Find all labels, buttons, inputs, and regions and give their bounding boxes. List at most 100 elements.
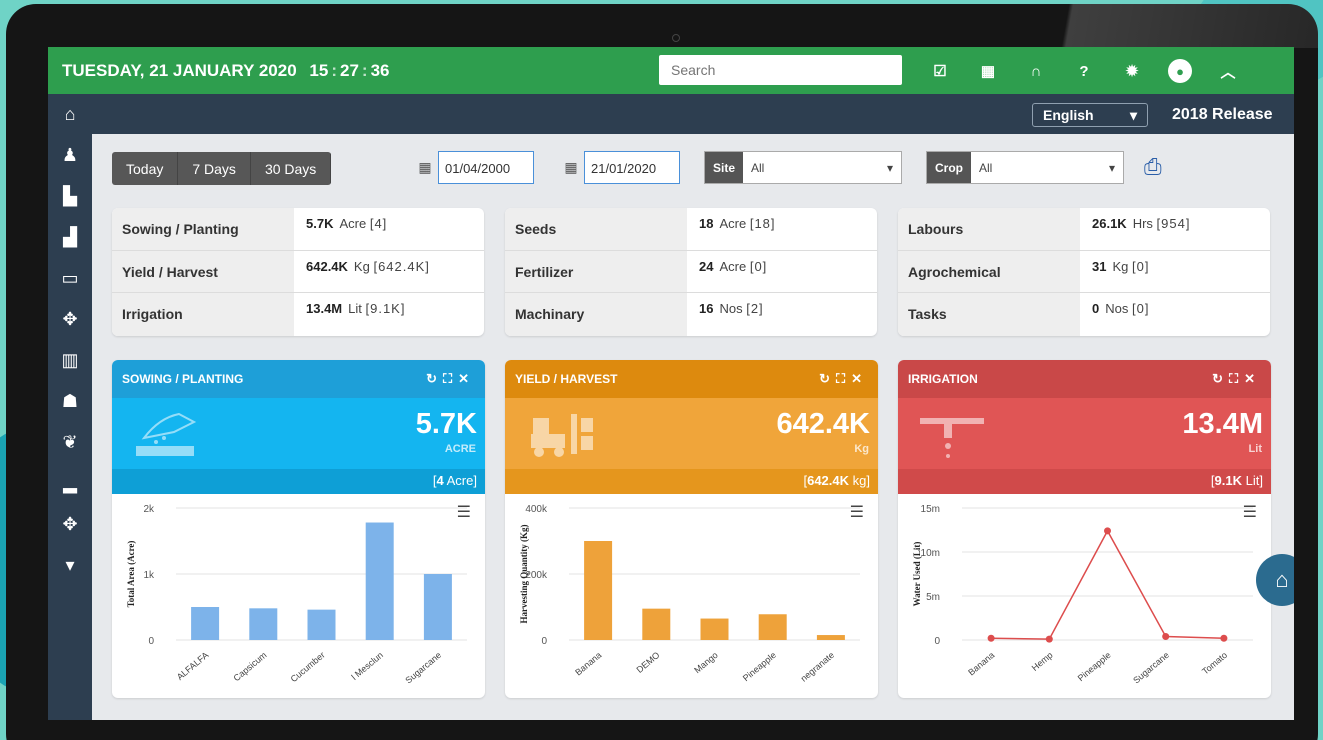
- crop-select[interactable]: Crop All ▾: [926, 151, 1124, 184]
- panel-footer-unit: Acre: [446, 473, 474, 488]
- range-buttons: Today 7 Days 30 Days: [112, 152, 332, 185]
- chart-bar: [758, 614, 787, 640]
- range-today-button[interactable]: Today: [112, 152, 179, 185]
- grid-icon[interactable]: ▦: [964, 56, 1012, 86]
- x-tick-label: ALFALFA: [175, 650, 211, 682]
- stat-value: 31 Kg [0]: [1092, 258, 1150, 274]
- panel-big-value: 642.4K: [776, 408, 870, 440]
- search-input[interactable]: [659, 55, 902, 85]
- forklift-icon: [531, 414, 593, 457]
- people-icon[interactable]: ☗: [48, 381, 92, 422]
- checkbox-icon[interactable]: ☑: [916, 56, 964, 86]
- chart-bar: [249, 608, 278, 640]
- panel-footer: [642.4K kg]: [505, 469, 878, 494]
- language-value: English: [1043, 107, 1094, 123]
- sidebar: ⌂ ♟ ▙ ▟ ▭ ✥ ▥ ☗ ❦ ▂ ✥ ▾: [48, 94, 92, 720]
- stat-row: Yield / Harvest 642.4K Kg [642.4K]: [112, 250, 484, 294]
- crop-value: All ▾: [979, 160, 1115, 175]
- headset-icon[interactable]: ∩: [1012, 56, 1060, 86]
- chevron-up-icon[interactable]: ︿: [1204, 56, 1252, 86]
- factory-icon[interactable]: ▂: [48, 463, 92, 504]
- y-tick-label: 1k: [143, 570, 155, 581]
- expand-icon[interactable]: ⛶: [1229, 371, 1244, 386]
- site-label: Site: [705, 152, 744, 183]
- user-icon: ●: [1168, 59, 1192, 83]
- panel-footer-unit: kg: [852, 473, 867, 488]
- chart-bar: [584, 541, 613, 640]
- x-tick-label: Tomato: [1200, 650, 1229, 677]
- leaf-icon[interactable]: ❦: [48, 422, 92, 463]
- panel-unit: ACRE: [444, 443, 476, 455]
- user-icon[interactable]: ♟: [48, 135, 92, 176]
- range-30-days-button[interactable]: 30 Days: [250, 152, 332, 185]
- x-tick-label: Sugarcane: [1131, 650, 1171, 686]
- panel-title: IRRIGATION: [908, 372, 978, 386]
- expand-icon[interactable]: ⛶: [443, 371, 458, 386]
- stat-label: Sowing / Planting: [112, 208, 294, 250]
- panel-irrigation: IRRIGATION ↻⛶✕ 13.4M Lit [9.1K Lit] ☰ 0 5…: [898, 360, 1271, 698]
- close-icon[interactable]: ✕: [851, 371, 868, 386]
- chart-bar: [700, 618, 729, 640]
- date-time: TUESDAY, 21 JANUARY 2020 15:27:36: [62, 60, 390, 80]
- panel-unit: Lit: [1248, 443, 1262, 455]
- crop-icon[interactable]: ✥: [48, 299, 92, 340]
- chart-yield-svg: 0200k400kHarvesting Quantity (Kg)Banana D…: [519, 504, 860, 684]
- date-text: TUESDAY, 21 JANUARY 2020: [62, 60, 297, 80]
- expand-icon[interactable]: ⛶: [836, 371, 851, 386]
- y-axis-label: Harvesting Quantity (Kg): [519, 525, 529, 624]
- warehouse-icon[interactable]: ▥: [48, 340, 92, 381]
- date-from-picker[interactable]: ▦ 01/04/2000: [412, 151, 534, 184]
- monitor-icon[interactable]: ▭: [48, 258, 92, 299]
- site-select[interactable]: Site All ▾: [704, 151, 902, 184]
- range-7-days-button[interactable]: 7 Days: [178, 152, 251, 185]
- date-from-value[interactable]: 01/04/2000: [438, 151, 534, 184]
- stat-value: 642.4K Kg [642.4K]: [306, 258, 430, 274]
- refresh-icon[interactable]: ↻: [819, 371, 836, 386]
- site-value: All ▾: [751, 160, 893, 175]
- print-icon[interactable]: ⎙: [1144, 154, 1162, 180]
- y-tick-label: 2k: [143, 504, 155, 515]
- language-select[interactable]: English ▾: [1032, 103, 1148, 127]
- stat-row: Tasks 0 Nos [0]: [898, 293, 1270, 336]
- refresh-icon[interactable]: ↻: [426, 371, 443, 386]
- panel-header: IRRIGATION ↻⛶✕: [898, 360, 1271, 398]
- user-menu[interactable]: ●: [1156, 56, 1204, 86]
- city-icon[interactable]: ▟: [48, 217, 92, 258]
- chart-yield: ☰ 0 200k 400k Harvesting Quantity (Kg) Banan…: [505, 494, 878, 698]
- y-axis-label: Water Used (Lit): [912, 542, 922, 607]
- date-to-value[interactable]: 21/01/2020: [584, 151, 680, 184]
- panel-footer-value: 4: [436, 473, 444, 488]
- x-tick-label: Banana: [966, 650, 996, 678]
- help-icon[interactable]: ?: [1060, 56, 1108, 86]
- menu-icon[interactable]: ☰: [1243, 502, 1257, 522]
- stat-value: 5.7K Acre [4]: [306, 216, 388, 231]
- top-icon-bar: ☑ ▦ ∩ ? ✹ ● ︿: [916, 56, 1252, 86]
- x-tick-label: Banana: [573, 650, 603, 678]
- building-icon[interactable]: ▙: [48, 176, 92, 217]
- stat-value: 13.4M Lit [9.1K]: [306, 301, 406, 317]
- stat-value: 26.1K Hrs [954]: [1092, 216, 1191, 231]
- menu-icon[interactable]: ☰: [850, 502, 864, 522]
- stat-label: Irrigation: [112, 293, 294, 336]
- refresh-icon[interactable]: ↻: [1212, 371, 1229, 386]
- panel-summary: 13.4M Lit: [898, 398, 1271, 469]
- stat-value: 18 Acre [18]: [699, 216, 776, 231]
- chart-irrigation-svg: 0 5m 10m 15m Water Used (Lit) Banana Hemp Pinea…: [912, 504, 1253, 686]
- gear-icon[interactable]: ✹: [1108, 56, 1156, 86]
- panel-footer-value: 9.1K: [1214, 473, 1243, 488]
- crop-alt-icon[interactable]: ✥: [48, 504, 92, 545]
- close-icon[interactable]: ✕: [1244, 371, 1261, 386]
- caret-down-icon[interactable]: ▾: [48, 545, 92, 586]
- close-icon[interactable]: ✕: [458, 371, 475, 386]
- x-tick-label: l Mesclun: [349, 650, 385, 682]
- menu-icon[interactable]: ☰: [457, 502, 471, 522]
- planting-icon: [136, 412, 197, 456]
- x-tick-label: negranate: [799, 650, 836, 684]
- y-tick-label: 5m: [926, 592, 940, 603]
- date-to-picker[interactable]: ▦ 21/01/2020: [558, 151, 680, 184]
- camera-icon: [672, 34, 680, 42]
- home-icon[interactable]: ⌂: [48, 94, 92, 135]
- stat-row: Machinary 16 Nos [2]: [505, 293, 877, 336]
- chart-sowing: ☰ 0 1k 2k Total Area (Acre) ALFALFA Capsicum C…: [112, 494, 485, 698]
- stat-card-resources: Labours 26.1K Hrs [954] Agrochemical 31 Kg…: [898, 208, 1270, 336]
